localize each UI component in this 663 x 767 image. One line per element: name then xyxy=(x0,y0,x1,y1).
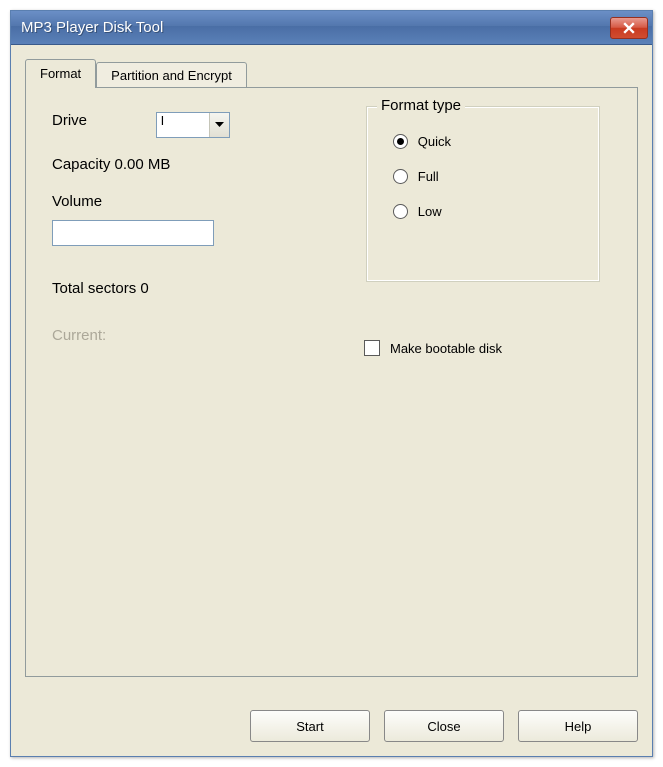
tab-label: Partition and Encrypt xyxy=(111,68,232,83)
volume-label: Volume xyxy=(52,193,342,210)
button-label: Start xyxy=(296,719,323,734)
radio-icon xyxy=(393,134,408,149)
radio-icon xyxy=(393,204,408,219)
left-column: Drive I Capacity 0.00 MB Volume Total se… xyxy=(52,112,342,344)
button-bar: Start Close Help xyxy=(250,710,638,742)
tab-panel-format: Drive I Capacity 0.00 MB Volume Total se… xyxy=(25,87,638,677)
tab-partition-encrypt[interactable]: Partition and Encrypt xyxy=(96,62,247,87)
button-label: Help xyxy=(565,719,592,734)
help-button[interactable]: Help xyxy=(518,710,638,742)
tab-strip: Format Partition and Encrypt xyxy=(25,59,638,87)
chevron-down-icon xyxy=(215,122,224,128)
dialog-window: MP3 Player Disk Tool Format Partition an… xyxy=(10,10,653,757)
current-label: Current: xyxy=(52,327,342,344)
bootable-label: Make bootable disk xyxy=(390,341,502,356)
drive-label: Drive xyxy=(52,112,152,129)
client-area: Format Partition and Encrypt Drive I Cap… xyxy=(11,45,652,756)
radio-low[interactable]: Low xyxy=(393,204,574,219)
capacity-label: Capacity 0.00 MB xyxy=(52,156,342,173)
drive-combo[interactable]: I xyxy=(156,112,230,138)
drive-value: I xyxy=(157,113,209,137)
bootable-checkbox-row[interactable]: Make bootable disk xyxy=(364,340,502,356)
drive-dropdown-button[interactable] xyxy=(209,113,229,137)
tab-label: Format xyxy=(40,66,81,81)
total-sectors-label: Total sectors 0 xyxy=(52,280,342,297)
radio-list: Quick Full Low xyxy=(377,112,590,219)
tab-format[interactable]: Format xyxy=(25,59,96,88)
titlebar[interactable]: MP3 Player Disk Tool xyxy=(11,11,652,45)
close-window-button[interactable] xyxy=(610,17,648,39)
format-type-legend: Format type xyxy=(377,97,465,114)
radio-label: Full xyxy=(418,169,439,184)
close-button[interactable]: Close xyxy=(384,710,504,742)
radio-quick[interactable]: Quick xyxy=(393,134,574,149)
close-icon xyxy=(622,22,636,34)
radio-label: Quick xyxy=(418,134,451,149)
radio-icon xyxy=(393,169,408,184)
radio-label: Low xyxy=(418,204,442,219)
format-type-group: Format type Quick Full Low xyxy=(366,106,600,282)
volume-input[interactable] xyxy=(52,220,214,246)
radio-full[interactable]: Full xyxy=(393,169,574,184)
drive-row: Drive I xyxy=(52,112,342,138)
button-label: Close xyxy=(427,719,460,734)
window-title: MP3 Player Disk Tool xyxy=(21,19,163,36)
start-button[interactable]: Start xyxy=(250,710,370,742)
checkbox-icon xyxy=(364,340,380,356)
